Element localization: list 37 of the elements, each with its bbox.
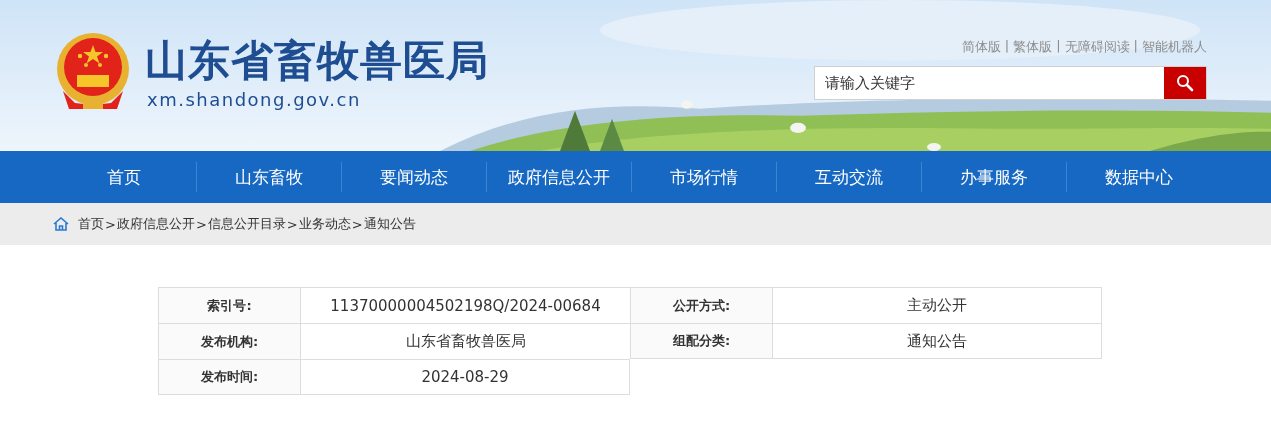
top-link[interactable]: 智能机器人: [1142, 38, 1207, 56]
field-value: 山东省畜牧兽医局: [300, 323, 630, 359]
nav-item[interactable]: 山东畜牧: [196, 162, 341, 192]
nav-item[interactable]: 要闻动态: [341, 162, 486, 192]
breadcrumb-separator: >: [195, 216, 207, 232]
field-value: 通知公告: [772, 323, 1102, 359]
nav-item[interactable]: 市场行情: [631, 162, 776, 192]
site-url: xm.shandong.gov.cn: [146, 89, 362, 110]
breadcrumb-link[interactable]: 业务动态: [298, 215, 351, 233]
field-label: 公开方式:: [630, 287, 772, 323]
breadcrumb-link[interactable]: 通知公告: [363, 215, 416, 233]
breadcrumb-link[interactable]: 政府信息公开: [116, 215, 195, 233]
field-label: 发布时间:: [158, 359, 300, 395]
top-link[interactable]: 无障碍阅读: [1064, 38, 1130, 56]
breadcrumb-link[interactable]: 信息公开目录: [207, 215, 286, 233]
nav-item[interactable]: 数据中心: [1066, 162, 1211, 192]
field-label: 发布机构:: [158, 323, 300, 359]
breadcrumb-separator: >: [105, 216, 116, 232]
home-icon: [53, 217, 69, 231]
field-value: 主动公开: [772, 287, 1102, 323]
link-separator: |: [1133, 38, 1138, 55]
nav-item[interactable]: 互动交流: [776, 162, 921, 192]
site-title: 山东省畜牧兽医局: [145, 35, 489, 87]
breadcrumb-separator: >: [286, 216, 298, 232]
field-value: 2024-08-29: [300, 359, 630, 395]
breadcrumb-link[interactable]: 首页: [78, 215, 104, 233]
field-label: 组配分类:: [630, 323, 772, 359]
field-value: 11370000004502198Q/2024-00684: [300, 287, 630, 323]
top-link[interactable]: 繁体版: [1013, 38, 1053, 56]
link-separator: |: [1056, 38, 1061, 55]
top-link[interactable]: 简体版: [961, 38, 1001, 56]
field-label: 索引号:: [158, 287, 300, 323]
nav-item[interactable]: 首页: [52, 162, 196, 192]
nav-item[interactable]: 办事服务: [921, 162, 1066, 192]
breadcrumb-separator: >: [351, 216, 363, 232]
nav-item[interactable]: 政府信息公开: [486, 162, 631, 192]
link-separator: |: [1004, 38, 1010, 55]
